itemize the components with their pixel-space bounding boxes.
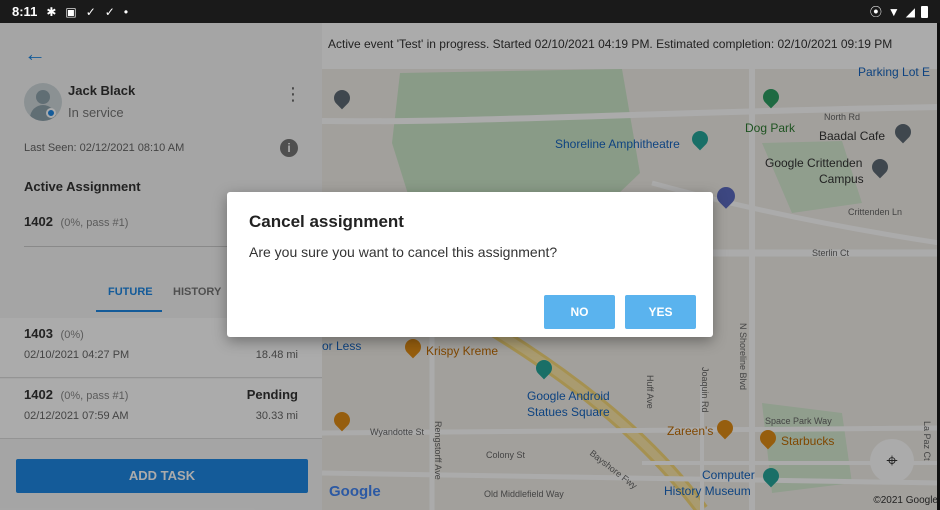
status-bar-left: 8:11 ✱ ▣ ✓ ✓ • bbox=[12, 4, 128, 19]
status-bar-right: ⦿ ▼ ◢ bbox=[870, 3, 928, 20]
yes-button[interactable]: YES bbox=[625, 295, 696, 329]
battery-icon bbox=[921, 5, 928, 18]
wifi-icon: ▼ bbox=[887, 4, 900, 19]
status-bar: 8:11 ✱ ▣ ✓ ✓ • ⦿ ▼ ◢ bbox=[0, 0, 940, 23]
check-icon: ✓ bbox=[104, 4, 115, 19]
no-button[interactable]: NO bbox=[544, 295, 615, 329]
device-frame: 8:11 ✱ ▣ ✓ ✓ • ⦿ ▼ ◢ Active event 'Test'… bbox=[0, 0, 940, 510]
signal-icon: ◢ bbox=[905, 4, 915, 19]
dot-icon: • bbox=[123, 4, 129, 19]
cancel-assignment-dialog: Cancel assignment Are you sure you want … bbox=[227, 192, 713, 337]
check-icon: ✓ bbox=[85, 4, 96, 19]
settings-icon: ✱ bbox=[46, 4, 57, 19]
location-icon: ⦿ bbox=[869, 5, 882, 19]
image-icon: ▣ bbox=[65, 4, 77, 19]
status-time: 8:11 bbox=[12, 4, 38, 19]
dialog-title: Cancel assignment bbox=[249, 212, 404, 231]
dialog-message: Are you sure you want to cancel this ass… bbox=[249, 244, 558, 260]
